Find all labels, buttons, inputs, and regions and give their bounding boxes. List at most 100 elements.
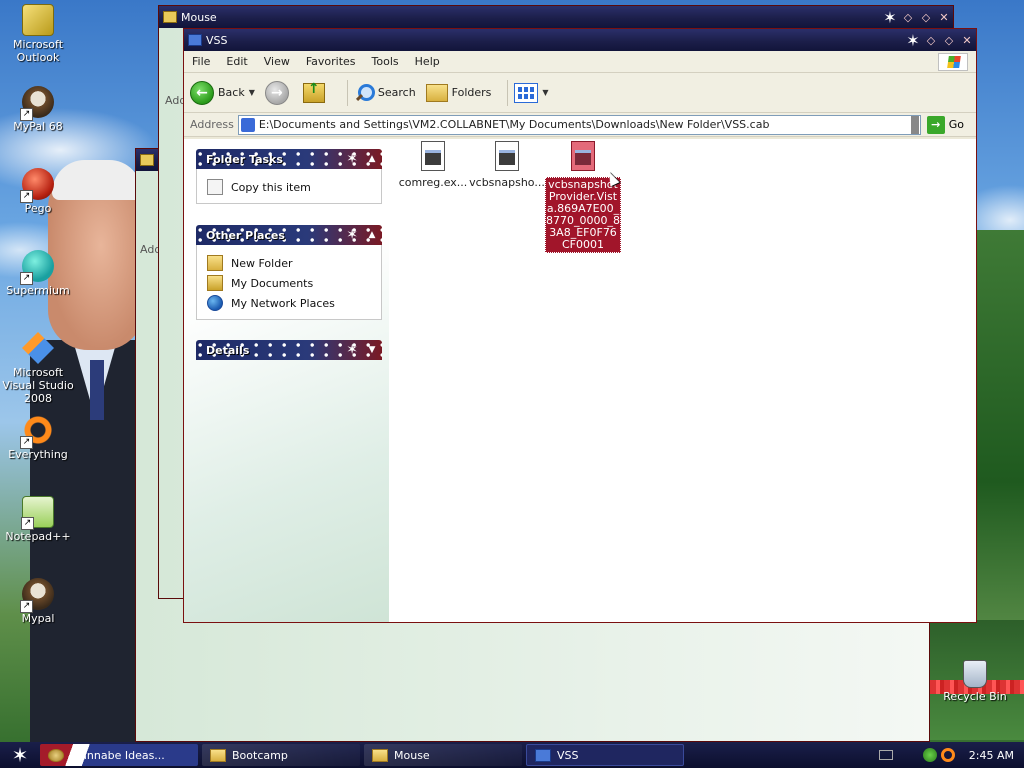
file-name: vcbsnapshotProvider.Vista.869A7E00_8770_…	[545, 177, 621, 253]
desktop-icon-pego[interactable]: Pego	[0, 168, 76, 215]
desktop-icon-label: Pego	[24, 202, 52, 215]
taskbar-task[interactable]: Mouse	[364, 744, 522, 766]
address-path[interactable]: E:\Documents and Settings\VM2.COLLABNET\…	[259, 118, 911, 131]
toolbar-separator	[346, 79, 348, 106]
menu-edit[interactable]: Edit	[218, 55, 255, 68]
file-item[interactable]: comreg.ex...	[394, 141, 472, 189]
windows-logo-icon	[938, 53, 968, 71]
file-item-selected[interactable]: vcbsnapshotProvider.Vista.869A7E00_8770_…	[545, 141, 621, 253]
star-icon: ✶	[346, 342, 358, 358]
maximize-button[interactable]: ◇	[917, 8, 935, 26]
desktop-icon-outlook[interactable]: Microsoft Outlook	[0, 4, 76, 64]
menu-help[interactable]: Help	[407, 55, 448, 68]
desktop-icon-label: Mypal	[21, 612, 55, 625]
cab-file-icon	[240, 117, 255, 132]
chevron-down-icon[interactable]: ▼	[249, 88, 255, 97]
executable-file-icon	[571, 141, 595, 171]
close-button[interactable]: ✕	[935, 8, 953, 26]
folder-tasks-header[interactable]: Folder Tasks ✶ ▲	[196, 149, 382, 169]
back-button[interactable]: ← Back ▼	[190, 80, 255, 105]
system-tray: 2:45 AM	[871, 742, 1024, 768]
menu-view[interactable]: View	[256, 55, 298, 68]
wallpaper-trees	[975, 230, 1024, 650]
address-input[interactable]: E:\Documents and Settings\VM2.COLLABNET\…	[237, 114, 921, 135]
chevron-down-icon[interactable]: ▼	[364, 342, 380, 358]
menu-tools[interactable]: Tools	[364, 55, 407, 68]
app-icon	[48, 748, 64, 762]
explorer-window-vss[interactable]: VSS ✶ ◇ ◇ ✕ File Edit View Favorites Too…	[183, 28, 977, 623]
chevron-up-icon[interactable]: ▲	[364, 227, 380, 243]
views-button[interactable]: ▼	[514, 82, 549, 103]
window-titlebar[interactable]: VSS ✶ ◇ ◇ ✕	[184, 29, 976, 51]
copy-icon	[207, 179, 223, 195]
folder-icon	[140, 154, 154, 166]
desktop-icon-notepad-plus-plus[interactable]: Notepad++	[0, 496, 76, 543]
desktop-icon-mypal[interactable]: Mypal	[0, 578, 76, 625]
place-new-folder[interactable]: New Folder	[207, 253, 381, 273]
folder-icon	[163, 11, 177, 23]
search-button[interactable]: Search	[354, 83, 416, 103]
star-icon: ✶	[346, 151, 358, 167]
file-item[interactable]: vcbsnapsho...	[468, 141, 546, 189]
task-label: VSS	[557, 748, 579, 762]
folders-button[interactable]: Folders	[425, 83, 492, 102]
desktop-icon-visual-studio[interactable]: Microsoft Visual Studio 2008	[0, 332, 76, 405]
task-copy-this-item[interactable]: Copy this item	[207, 177, 381, 197]
menu-bar: File Edit View Favorites Tools Help	[184, 51, 976, 73]
close-button[interactable]: ✕	[958, 31, 976, 49]
taskbar-task[interactable]: Wannabe Ideas...	[40, 744, 198, 766]
taskbar-task[interactable]: Bootcamp	[202, 744, 360, 766]
other-places-header[interactable]: Other Places ✶ ▲	[196, 225, 382, 245]
folders-label: Folders	[451, 86, 492, 99]
other-places-body: New Folder My Documents My Network Place…	[196, 245, 382, 320]
task-label: Bootcamp	[232, 748, 288, 762]
group-title: Details	[206, 343, 250, 357]
star-icon: ✶	[346, 227, 358, 243]
mypal-icon	[20, 578, 54, 613]
desktop-icon-label: Microsoft Visual Studio 2008	[2, 366, 74, 405]
window-title: Mouse	[181, 10, 217, 24]
star-icon[interactable]: ✶	[881, 8, 899, 27]
search-icon	[354, 83, 375, 103]
file-name: comreg.ex...	[398, 176, 468, 189]
details-group: Details ✶ ▼	[196, 340, 382, 360]
star-icon[interactable]: ✶	[904, 31, 922, 50]
desktop-icon-recycle-bin[interactable]: Recycle Bin	[936, 660, 1014, 703]
up-folder-button[interactable]	[302, 81, 331, 103]
place-label: New Folder	[231, 256, 293, 270]
place-my-network-places[interactable]: My Network Places	[207, 293, 381, 313]
start-button[interactable]: ✶	[0, 742, 40, 768]
address-dropdown[interactable]	[910, 115, 919, 134]
desktop-icon-everything[interactable]: Everything	[0, 414, 76, 461]
go-button[interactable]: → Go	[926, 115, 964, 134]
place-label: My Documents	[231, 276, 314, 290]
details-header[interactable]: Details ✶ ▼	[196, 340, 382, 360]
folders-icon	[425, 83, 448, 102]
chevron-up-icon[interactable]: ▲	[364, 151, 380, 167]
place-my-documents[interactable]: My Documents	[207, 273, 381, 293]
minimize-button[interactable]: ◇	[899, 8, 917, 26]
minimize-button[interactable]: ◇	[922, 31, 940, 49]
clock[interactable]: 2:45 AM	[969, 749, 1014, 762]
pego-icon	[20, 168, 54, 203]
menu-file[interactable]: File	[184, 55, 218, 68]
go-arrow-icon: →	[926, 115, 945, 134]
desktop-icon-label: Recycle Bin	[943, 690, 1007, 703]
back-arrow-icon: ←	[190, 80, 214, 105]
desktop-icon-supermium[interactable]: Supermium	[0, 250, 76, 297]
forward-button[interactable]: →	[264, 80, 293, 105]
desktop-icon-mypal68[interactable]: MyPal 68	[0, 86, 76, 133]
toolbar: ← Back ▼ → Search Folders ▼	[184, 73, 976, 113]
supermium-icon	[20, 250, 54, 285]
task-label: Mouse	[394, 748, 430, 762]
task-pane: Folder Tasks ✶ ▲ Copy this item Other Pl…	[184, 139, 389, 622]
everything-tray-icon[interactable]	[940, 748, 955, 762]
up-folder-icon	[302, 81, 325, 103]
menu-favorites[interactable]: Favorites	[298, 55, 364, 68]
maximize-button[interactable]: ◇	[940, 31, 958, 49]
network-tray-icon[interactable]	[922, 748, 937, 762]
network-places-icon	[207, 295, 223, 311]
taskbar-task-active[interactable]: VSS	[526, 744, 684, 766]
background-window-titlebar[interactable]: Mouse ✶ ◇ ◇ ✕	[159, 6, 953, 28]
keyboard-icon[interactable]	[878, 750, 893, 760]
